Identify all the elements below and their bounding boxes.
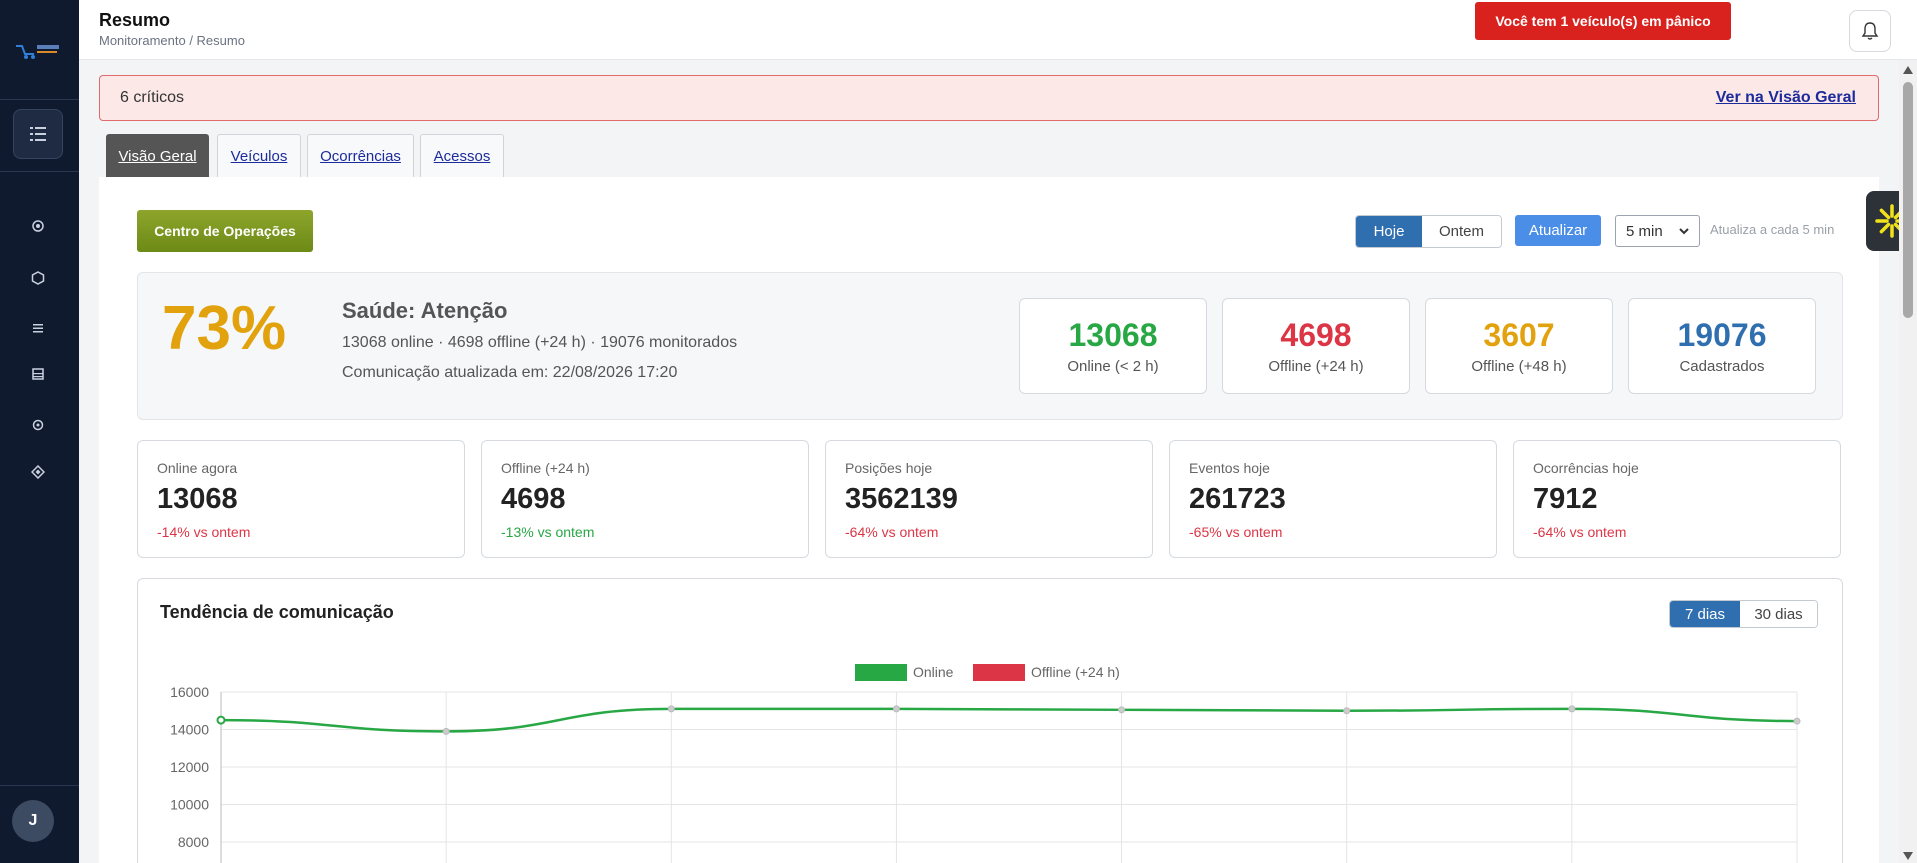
y-tick-label: 12000 xyxy=(170,759,209,775)
panic-alert-button[interactable]: Você tem 1 veículo(s) em pânico xyxy=(1475,2,1731,40)
scroll-up-icon[interactable] xyxy=(1903,66,1913,74)
metric-card-positions: Posições hoje 3562139 -64% vs ontem xyxy=(825,440,1153,558)
range-toggle: 7 dias 30 dias xyxy=(1669,600,1818,628)
y-tick-label: 14000 xyxy=(170,722,209,738)
page-title: Resumo xyxy=(99,10,171,30)
metric-card-offline: Offline (+24 h) 4698 -13% vs ontem xyxy=(481,440,809,558)
breadcrumb: Monitoramento / Resumo xyxy=(99,33,245,48)
range-7-days-button[interactable]: 7 dias xyxy=(1670,601,1740,627)
stat-label: Offline (+24 h) xyxy=(1268,358,1364,375)
data-point xyxy=(892,705,900,713)
stat-value: 19076 xyxy=(1677,317,1767,353)
tab-acessos[interactable]: Acessos xyxy=(420,134,504,177)
metric-value: 13068 xyxy=(157,483,238,515)
trend-title: Tendência de comunicação xyxy=(160,602,394,622)
health-status-title: Saúde: Atenção xyxy=(342,298,508,323)
stat-card-registered[interactable]: 19076 Cadastrados xyxy=(1628,298,1816,394)
data-point xyxy=(442,727,450,735)
legend-swatch xyxy=(973,664,1025,681)
scroll-down-icon[interactable] xyxy=(1903,852,1913,860)
tab-veiculos[interactable]: Veículos xyxy=(217,134,301,177)
metric-delta: -14% vs ontem xyxy=(157,524,251,540)
stat-card-offline-24h[interactable]: 4698 Offline (+24 h) xyxy=(1222,298,1410,394)
table-icon[interactable] xyxy=(27,363,49,385)
settings-icon[interactable] xyxy=(27,414,49,436)
critical-count-text: 6 críticos xyxy=(120,89,185,106)
stat-value: 3607 xyxy=(1483,317,1555,353)
metric-value: 3562139 xyxy=(845,483,958,515)
y-tick-label: 8000 xyxy=(178,834,209,850)
metric-label: Eventos hoje xyxy=(1189,460,1270,476)
metric-value: 7912 xyxy=(1533,483,1598,515)
auto-refresh-text: Atualiza a cada 5 min xyxy=(1710,222,1835,237)
hexagon-icon[interactable] xyxy=(27,267,49,289)
bell-icon xyxy=(1861,22,1879,40)
health-summary-line: 13068 online · 4698 offline (+24 h) · 19… xyxy=(342,334,738,351)
stat-label: Offline (+48 h) xyxy=(1471,358,1567,375)
sidebar-divider xyxy=(0,785,79,786)
day-toggle: Hoje Ontem xyxy=(1355,215,1502,248)
tab-ocorrencias[interactable]: Ocorrências xyxy=(307,134,414,177)
user-avatar[interactable]: J xyxy=(12,800,54,842)
sidebar-divider xyxy=(0,99,79,100)
metric-delta: -65% vs ontem xyxy=(1189,524,1283,540)
metric-label: Offline (+24 h) xyxy=(501,460,590,476)
data-point xyxy=(1343,707,1351,715)
interval-value: 5 min xyxy=(1626,222,1663,240)
refresh-interval-select[interactable]: 5 min xyxy=(1615,215,1700,247)
menu-toggle-button[interactable] xyxy=(13,109,63,159)
data-point xyxy=(1118,706,1126,714)
metric-card-events: Eventos hoje 261723 -65% vs ontem xyxy=(1169,440,1497,558)
y-tick-label: 16000 xyxy=(170,684,209,700)
refresh-button[interactable]: Atualizar xyxy=(1515,215,1601,246)
trend-chart: 16000 14000 12000 10000 8000 Online Offline (… xyxy=(170,664,1801,863)
metric-delta: -13% vs ontem xyxy=(501,524,595,540)
data-point xyxy=(1568,705,1576,713)
operations-center-button[interactable]: Centro de Operações xyxy=(137,210,313,252)
critical-alert-bar: 6 críticos Ver na Visão Geral xyxy=(99,75,1879,121)
stat-value: 13068 xyxy=(1068,317,1158,353)
chevron-down-icon xyxy=(1679,228,1689,235)
metric-value: 261723 xyxy=(1189,483,1286,515)
list-icon[interactable] xyxy=(27,317,49,339)
today-button[interactable]: Hoje xyxy=(1356,216,1422,247)
metric-label: Ocorrências hoje xyxy=(1533,460,1639,476)
diamond-icon[interactable] xyxy=(27,461,49,483)
stat-label: Cadastrados xyxy=(1679,358,1765,375)
company-logo xyxy=(16,45,59,59)
legend-label: Offline (+24 h) xyxy=(1031,664,1120,680)
metric-card-occurrences: Ocorrências hoje 7912 -64% vs ontem xyxy=(1513,440,1841,558)
grid-menu-icon xyxy=(30,127,46,141)
tab-visao-geral[interactable]: Visão Geral xyxy=(106,134,209,177)
sidebar: J xyxy=(0,0,79,863)
metric-delta: -64% vs ontem xyxy=(1533,524,1627,540)
health-updated-line: Comunicação atualizada em: 22/08/2026 17… xyxy=(342,364,678,381)
data-point xyxy=(216,715,226,725)
range-30-days-button[interactable]: 30 dias xyxy=(1740,601,1817,627)
scroll-thumb[interactable] xyxy=(1903,82,1913,318)
stat-card-offline-48h[interactable]: 3607 Offline (+48 h) xyxy=(1425,298,1613,394)
metric-label: Posições hoje xyxy=(845,460,933,476)
series-line xyxy=(220,707,1798,733)
home-icon[interactable] xyxy=(27,215,49,237)
top-header: Resumo Monitoramento / Resumo Você tem 1… xyxy=(79,0,1917,60)
health-percent: 73% xyxy=(162,294,287,363)
metric-value: 4698 xyxy=(501,483,566,515)
y-tick-label: 10000 xyxy=(170,797,209,813)
stat-label: Online (< 2 h) xyxy=(1067,358,1159,375)
stat-value: 4698 xyxy=(1280,317,1352,353)
metric-delta: -64% vs ontem xyxy=(845,524,939,540)
stat-card-online[interactable]: 13068 Online (< 2 h) xyxy=(1019,298,1207,394)
notifications-button[interactable] xyxy=(1849,10,1891,52)
data-point xyxy=(667,705,675,713)
yesterday-button[interactable]: Ontem xyxy=(1422,216,1501,247)
legend-label: Online xyxy=(913,664,954,680)
metric-card-online-now: Online agora 13068 -14% vs ontem xyxy=(137,440,465,558)
metric-label: Online agora xyxy=(157,460,238,476)
legend-swatch xyxy=(855,664,907,681)
data-point xyxy=(1793,717,1801,725)
view-overview-link[interactable]: Ver na Visão Geral xyxy=(1716,89,1856,107)
sidebar-divider xyxy=(0,171,79,172)
page-scrollbar[interactable] xyxy=(1899,60,1917,863)
